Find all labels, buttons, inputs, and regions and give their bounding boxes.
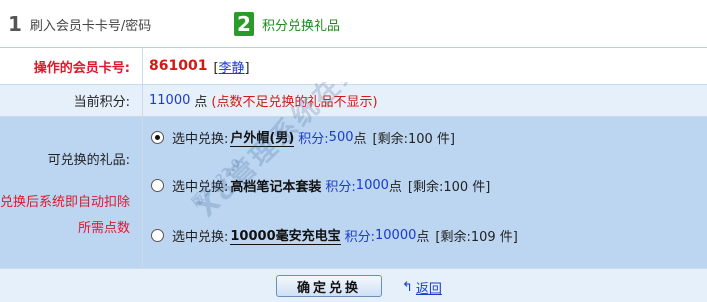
card-number-cell: 861001 [李静] xyxy=(142,48,707,84)
option-prefix: 选中兑换: xyxy=(172,180,229,195)
current-points-value: 11000 xyxy=(149,93,191,108)
gift-name: 户外帽(男) xyxy=(230,127,295,147)
step-1: 1 刷入会员卡卡号/密码 xyxy=(8,12,151,36)
option-prefix: 选中兑换: xyxy=(172,229,229,245)
card-number-value: 861001 xyxy=(149,58,208,74)
gift-points-unit: 点 xyxy=(416,229,430,245)
card-row: 操作的会员卡号: 861001 [李静] xyxy=(0,48,707,85)
gift-remaining: [剩余:100 件] xyxy=(407,180,491,195)
gift-name: 10000毫安充电宝 xyxy=(230,225,341,245)
gift-points-value: 10000 xyxy=(375,227,417,243)
card-number-label: 操作的会员卡号: xyxy=(33,60,130,76)
member-bracket: [李静] xyxy=(213,57,249,76)
step-indicator: 1 刷入会员卡卡号/密码 2 积分兑换礼品 xyxy=(0,0,707,47)
option-prefix: 选中兑换: xyxy=(172,131,229,147)
current-points-label: 当前积分: xyxy=(73,95,130,110)
current-points-unit: 点 xyxy=(194,95,208,110)
gift-points-label: 积分: xyxy=(325,180,356,195)
step-2: 2 积分兑换礼品 xyxy=(234,12,340,36)
gift-options-label: 可兑换的礼品: xyxy=(47,153,130,168)
step-1-label: 刷入会员卡卡号/密码 xyxy=(29,18,152,34)
back-link-label: 返回 xyxy=(415,282,442,297)
step-2-number: 2 xyxy=(234,12,254,36)
member-bracket-close: ] xyxy=(244,60,250,76)
current-points-cell: 11000 点 (点数不足兑换的礼品不显示) xyxy=(142,85,707,116)
gift-points-value: 1000 xyxy=(355,178,389,193)
gift-options-cell: 选中兑换: 户外帽(男) 积分: 500 点 [剩余:100 件] 选中兑换: 高档… xyxy=(142,117,707,268)
auto-deduct-note: 兑换后系统即自动扣除所需点数 xyxy=(0,195,131,236)
gift-name: 高档笔记本套装 xyxy=(230,180,322,195)
gift-row: 可兑换的礼品: 兑换后系统即自动扣除所需点数 选中兑换: 户外帽(男) 积分: 5… xyxy=(0,117,707,269)
gift-points-label: 积分: xyxy=(298,131,329,147)
gift-option[interactable]: 选中兑换: 高档笔记本套装 积分: 1000 点 [剩余:100 件] xyxy=(151,176,490,195)
back-link[interactable]: ↰ 返回 xyxy=(402,278,442,297)
step-1-number: 1 xyxy=(8,12,22,36)
gift-remaining: [剩余:109 件] xyxy=(435,229,518,245)
points-hint: (点数不足兑换的礼品不显示) xyxy=(211,95,378,110)
points-row: 当前积分: 11000 点 (点数不足兑换的礼品不显示) xyxy=(0,85,707,117)
gift-label-cell: 可兑换的礼品: 兑换后系统即自动扣除所需点数 xyxy=(0,117,142,268)
gift-option[interactable]: 选中兑换: 10000毫安充电宝 积分: 10000 点 [剩余:109 件] xyxy=(151,225,518,245)
gift-points-unit: 点 xyxy=(353,131,367,147)
radio-unchecked-icon[interactable] xyxy=(151,228,164,242)
gift-remaining: [剩余:100 件] xyxy=(372,131,455,147)
gift-points-unit: 点 xyxy=(388,180,402,195)
gift-points-value: 500 xyxy=(328,129,354,145)
redeem-form: 操作的会员卡号: 861001 [李静] 当前积分: 11000 点 (点数不足… xyxy=(0,47,707,302)
step-2-label: 积分兑换礼品 xyxy=(262,18,341,34)
gift-points-label: 积分: xyxy=(344,229,376,245)
radio-unchecked-icon[interactable] xyxy=(151,179,164,192)
action-row: 确定兑换 ↰ 返回 xyxy=(0,269,707,302)
return-arrow-icon: ↰ xyxy=(402,280,413,295)
radio-checked-icon[interactable] xyxy=(151,130,164,144)
member-name-link[interactable]: 李静 xyxy=(219,61,245,76)
confirm-redeem-button[interactable]: 确定兑换 xyxy=(276,275,382,297)
gift-option[interactable]: 选中兑换: 户外帽(男) 积分: 500 点 [剩余:100 件] xyxy=(151,127,455,147)
